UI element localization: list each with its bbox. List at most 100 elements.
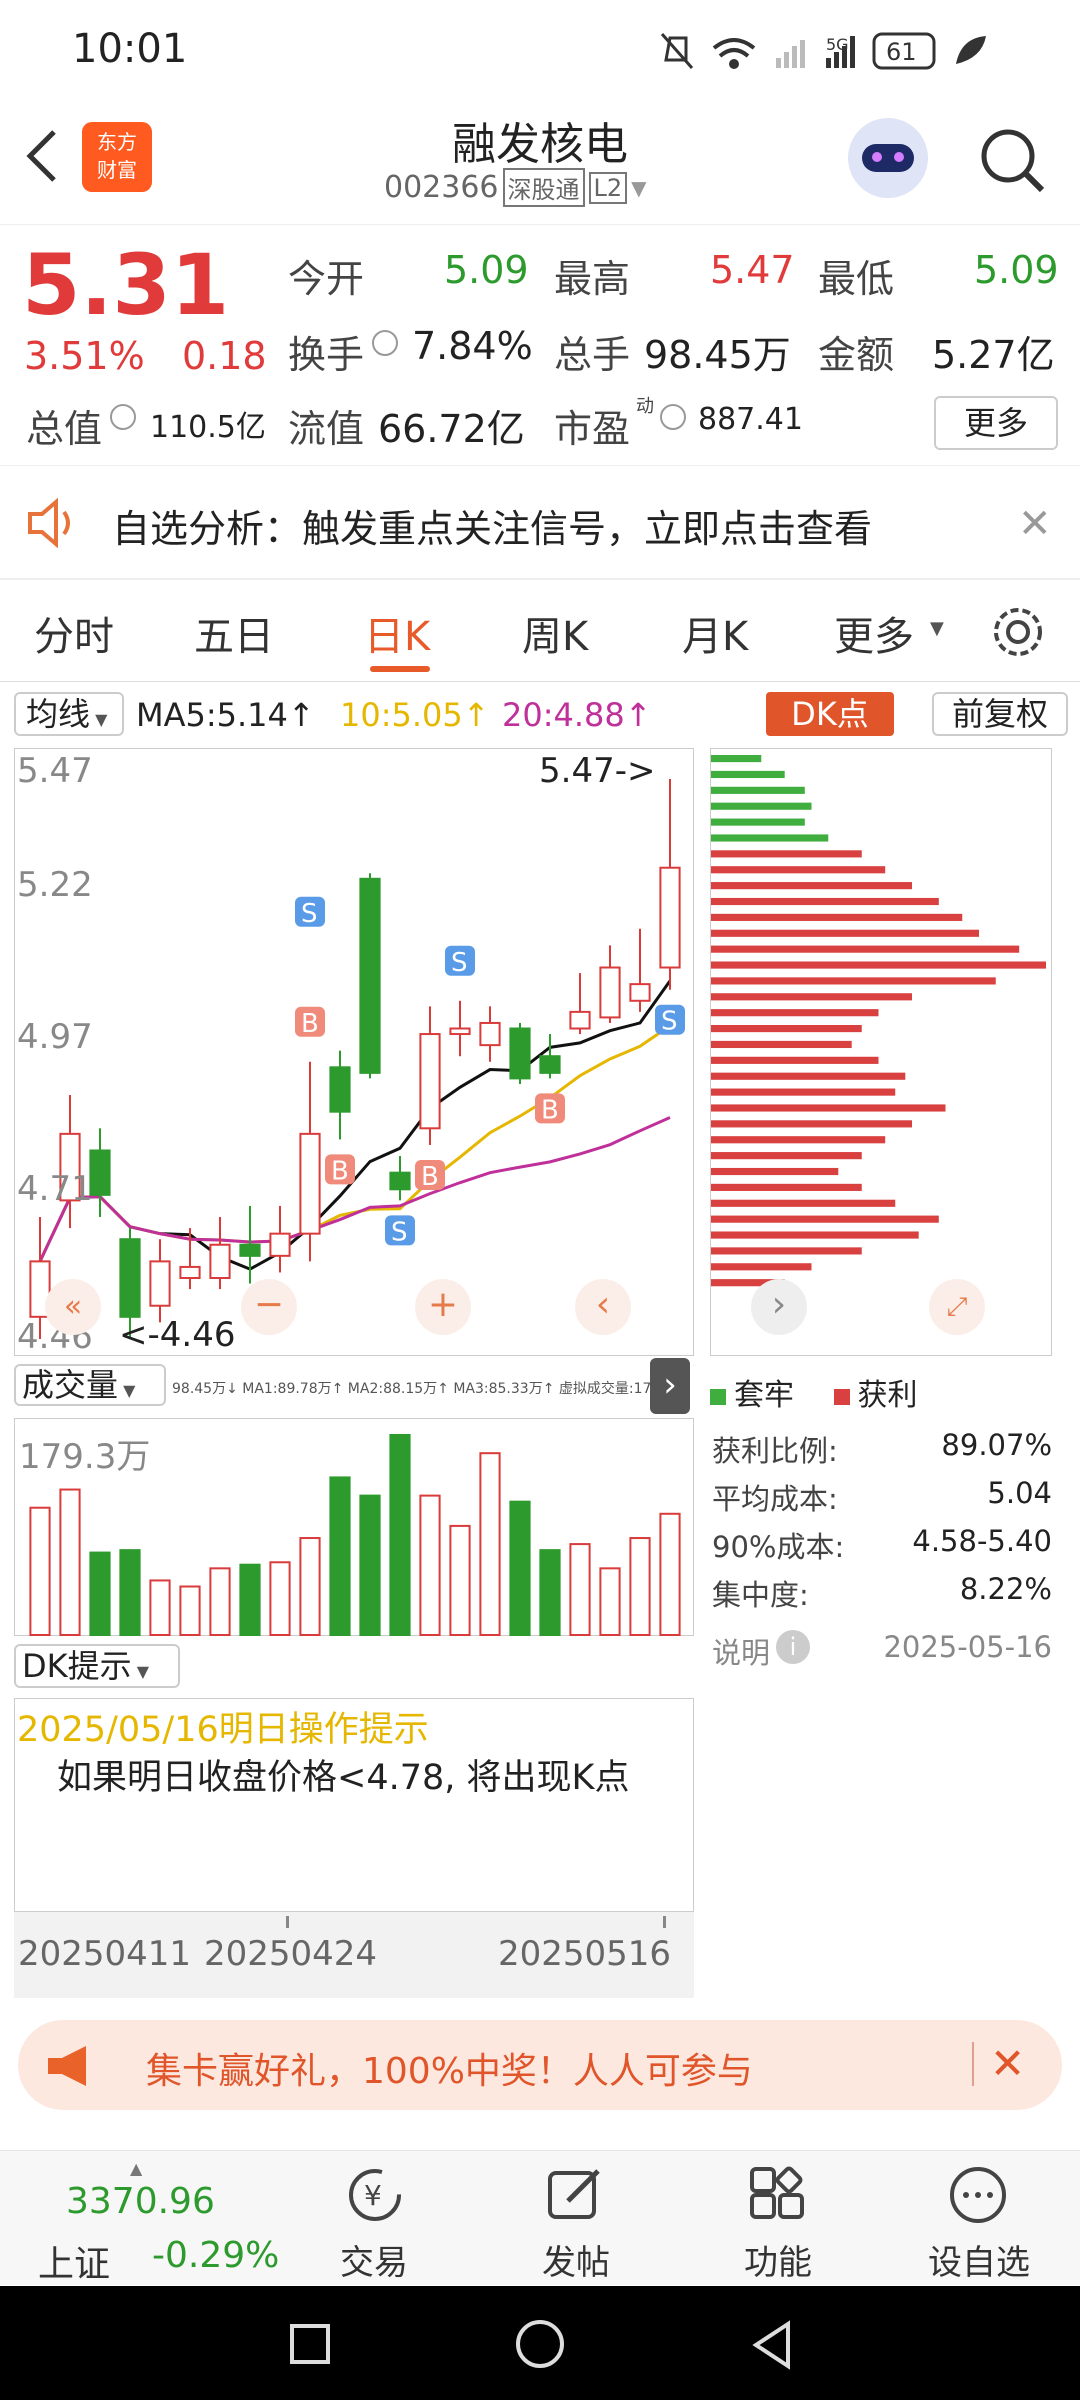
search-icon[interactable] [976,124,1048,196]
dk-hint-select[interactable]: DK提示 ▼ [14,1644,180,1688]
notice-banner[interactable]: 自选分析：触发重点关注信号，立即点击查看 ✕ [0,468,1080,580]
grid-icon[interactable] [746,2165,810,2225]
high-label: 最高 [554,257,631,301]
adjust-button[interactable]: 前复权 [932,692,1068,736]
robot-assistant-icon[interactable] [848,118,928,198]
zoom-out-icon[interactable]: − [241,1279,297,1335]
low-value: 5.09 [974,248,1059,292]
dk-hint-box: 2025/05/16明日操作提示 如果明日收盘价格<4.78, 将出现K点 [14,1698,694,1912]
double-left-icon[interactable]: « [45,1279,101,1335]
compose-icon[interactable] [544,2165,608,2225]
volume-chart: 179.3万 [14,1418,694,1637]
cost-bar [711,755,762,763]
more-button[interactable]: 更多 [934,396,1058,450]
svg-text:¥: ¥ [364,2179,382,2212]
close-icon[interactable]: ✕ [1018,504,1052,544]
ma-mode-label: 均线 [26,695,91,733]
battery-text: 61 [886,38,917,66]
system-nav-bar [0,2286,1080,2400]
volume-bar [239,1563,261,1637]
post-label[interactable]: 发帖 [542,2235,610,2284]
gear-icon[interactable] [990,604,1046,660]
date-ticks [14,1916,694,1928]
signal-label: B [331,1156,349,1186]
back-nav-icon[interactable] [748,2320,796,2370]
explain-label[interactable]: 说明 [712,1630,770,1672]
cost-bar [711,1167,839,1176]
info-icon[interactable] [660,404,686,430]
tab-daily-k[interactable]: 日K [364,604,430,662]
function-label[interactable]: 功能 [744,2235,812,2284]
cost-bar [711,818,805,826]
dist-stats: 获利比例: 89.07% 平均成本: 5.04 90%成本: 4.58-5.40… [712,1424,1052,1670]
candle-body [629,983,651,1002]
right-arrow-icon[interactable]: › [751,1279,807,1335]
date-axis: 20250411 20250424 20250516 [14,1912,694,1998]
volume-bar [509,1500,531,1636]
cost-90-label: 90%成本: [712,1530,845,1564]
more-dots-icon[interactable] [946,2165,1010,2225]
left-arrow-icon[interactable]: ‹ [575,1279,631,1335]
pe-label: 市盈 [554,407,631,451]
candle-body [539,1055,561,1074]
info-icon[interactable]: i [776,1630,810,1664]
info-icon[interactable] [372,330,398,356]
cost-bar [711,1152,862,1160]
expand-icon[interactable]: ⤢ [929,1279,985,1335]
turnover-value: 7.84% [412,324,533,368]
concentration-label: 集中度: [712,1578,809,1612]
cost-bar [711,1040,852,1049]
add-watchlist-label[interactable]: 设自选 [928,2235,1030,2284]
dist-date: 2025-05-16 [883,1630,1052,1664]
candle-body [119,1238,141,1318]
dk-hint-date: 2025/05/16明日操作提示 [17,1710,429,1750]
index-value[interactable]: 3370.96 [66,2181,215,2222]
info-icon[interactable] [110,404,136,430]
home-icon[interactable] [516,2320,564,2368]
pe-sup: 动 [636,396,654,417]
cost-bar [711,961,1046,969]
kline-chart[interactable]: BSBSBSBS 5.47 5.22 4.97 4.71 4.46 5.47->… [14,748,694,1357]
cost-bar [711,802,812,810]
low-note: <-4.46 [119,1315,236,1355]
hk-connect-badge: 深股通 [502,168,585,207]
cost-bar [711,1263,812,1271]
wifi-icon [712,38,756,69]
signal-label: S [661,1007,678,1037]
cost-bar [711,834,829,842]
status-time: 10:01 [72,26,188,72]
dk-point-button[interactable]: DK点 [766,692,894,736]
trade-icon[interactable]: ¥ [340,2165,410,2225]
cost-bar [711,1183,862,1191]
ma-mode-select[interactable]: 均线 ▼ [14,692,124,736]
open-value: 5.09 [444,248,529,292]
volume-header: 成交量 ▼ 98.45万↓ MA1:89.78万↑ MA2:88.15万↑ MA… [14,1358,694,1414]
cost-bar [711,945,1020,953]
active-tab-indicator [370,666,430,672]
trade-label[interactable]: 交易 [340,2235,408,2284]
legend-green-swatch [710,1389,726,1405]
tab-intraday[interactable]: 分时 [34,604,114,662]
chevron-down-icon: ▼ [631,175,647,200]
tab-more[interactable]: 更多 [834,604,914,662]
candle-body [269,1232,291,1257]
tab-weekly-k[interactable]: 周K [522,604,588,662]
recents-icon[interactable] [290,2324,330,2364]
close-icon[interactable]: ✕ [990,2040,1025,2088]
signal-icon-1 [776,40,805,68]
volume-select-label: 成交量 [22,1366,119,1404]
candle-body [449,1027,471,1036]
amount-label: 金额 [818,333,895,377]
open-label: 今开 [288,257,365,301]
indicator-select[interactable]: 成交量 ▼ [14,1364,166,1406]
tab-monthly-k[interactable]: 月K [682,604,748,662]
promo-banner[interactable]: 集卡赢好礼，100%中奖！人人可参与 ✕ [18,2020,1062,2110]
zoom-in-icon[interactable]: + [415,1279,471,1335]
promo-text: 集卡赢好礼，100%中奖！人人可参与 [146,2051,753,2092]
tab-five-day[interactable]: 五日 [194,604,274,662]
promo-divider [972,2042,974,2086]
cost-bar [711,1088,896,1096]
volume-bar [59,1488,81,1636]
expand-panel-icon[interactable]: › [650,1358,690,1414]
stock-code-row[interactable]: 002366 深股通 L2 ▼ [384,168,647,207]
